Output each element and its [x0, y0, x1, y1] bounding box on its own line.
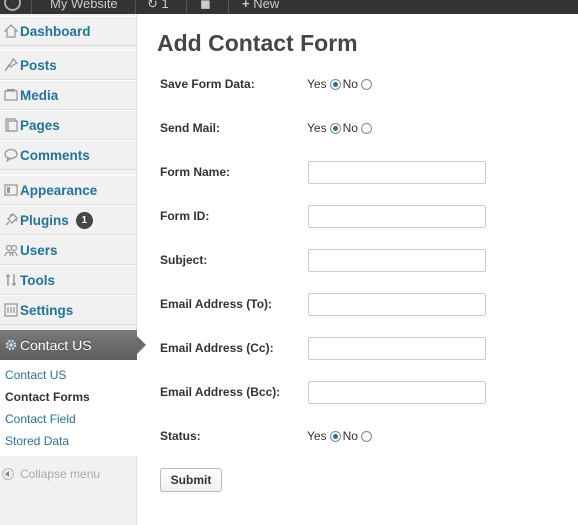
email-cc-label: Email Address (Cc): — [160, 341, 274, 355]
send-mail-yes-radio[interactable] — [329, 122, 341, 134]
plus-icon: + — [242, 0, 250, 11]
menu-users[interactable]: Users — [0, 235, 137, 265]
yes-label: Yes — [307, 121, 327, 135]
form-name-input[interactable] — [308, 161, 486, 184]
gear-icon — [2, 337, 19, 354]
status-no-radio[interactable] — [360, 430, 372, 442]
collapse-arrow-icon — [2, 468, 14, 480]
menu-plugins[interactable]: Plugins 1 — [0, 205, 137, 235]
send-mail-radio-group: Yes No — [307, 121, 374, 135]
form-id-input[interactable] — [308, 205, 486, 228]
appearance-icon — [2, 182, 19, 199]
send-mail-no-radio[interactable] — [360, 122, 372, 134]
menu-appearance[interactable]: Appearance — [0, 175, 137, 205]
menu-label: Contact US — [20, 337, 92, 353]
no-label: No — [342, 77, 358, 91]
separator — [31, 0, 32, 14]
no-label: No — [342, 121, 358, 135]
subject-input[interactable] — [308, 249, 486, 272]
admin-sidebar: Dashboard Posts Media Pages Comments App… — [0, 14, 146, 525]
collapse-menu-button[interactable]: Collapse menu — [0, 464, 137, 484]
updates-link[interactable]: ↻ 1 — [147, 0, 169, 14]
menu-label: Settings — [20, 302, 74, 318]
media-icon — [2, 87, 19, 104]
menu-label: Tools — [20, 272, 55, 288]
menu-comments[interactable]: Comments — [0, 140, 137, 170]
updates-count: 1 — [161, 0, 169, 11]
save-form-data-no-radio[interactable] — [360, 78, 372, 90]
menu-tools[interactable]: Tools — [0, 265, 137, 295]
save-form-data-radio-group: Yes No — [307, 77, 374, 91]
dashboard-icon — [2, 23, 19, 40]
form-name-label: Form Name: — [160, 165, 231, 179]
collapse-menu-label: Collapse menu — [20, 467, 101, 481]
pages-icon — [2, 117, 19, 134]
menu-contact-us[interactable]: Contact US — [0, 330, 146, 360]
contact-submenu: Contact US Contact Forms Contact Field S… — [0, 360, 137, 456]
refresh-icon: ↻ — [147, 0, 158, 11]
admin-bar: My Website ↻ 1 ◼ + New — [0, 0, 578, 14]
no-label: No — [342, 429, 358, 443]
tools-icon — [2, 272, 19, 289]
yes-label: Yes — [307, 77, 327, 91]
menu-dashboard[interactable]: Dashboard — [0, 16, 137, 46]
menu-label: Pages — [20, 117, 60, 133]
menu-label: Users — [20, 242, 58, 258]
site-name-link[interactable]: My Website — [50, 0, 118, 14]
status-radio-group: Yes No — [307, 429, 374, 443]
plugin-icon — [2, 212, 19, 229]
page-title: Add Contact Form — [157, 30, 358, 56]
separator — [228, 0, 229, 14]
wordpress-logo-icon[interactable] — [4, 0, 21, 11]
email-cc-input[interactable] — [308, 337, 486, 360]
submenu-contact-us[interactable]: Contact US — [5, 368, 66, 382]
submit-button[interactable]: Submit — [160, 468, 222, 492]
new-label: New — [253, 0, 280, 11]
save-form-data-label: Save Form Data: — [160, 77, 255, 91]
menu-label: Posts — [20, 57, 57, 73]
separator — [135, 0, 136, 14]
submenu-stored-data[interactable]: Stored Data — [5, 434, 69, 448]
menu-label: Comments — [20, 147, 90, 163]
menu-settings[interactable]: Settings — [0, 295, 137, 325]
pin-icon — [2, 57, 19, 74]
menu-pages[interactable]: Pages — [0, 110, 137, 140]
status-label: Status: — [160, 429, 201, 443]
comment-icon — [2, 147, 19, 164]
send-mail-label: Send Mail: — [160, 121, 221, 135]
yes-label: Yes — [307, 429, 327, 443]
separator — [186, 0, 187, 14]
active-menu-arrow — [137, 336, 146, 354]
save-form-data-yes-radio[interactable] — [329, 78, 341, 90]
plugin-update-badge: 1 — [75, 211, 93, 229]
settings-icon — [2, 302, 19, 319]
menu-media[interactable]: Media — [0, 80, 137, 110]
comment-bubble-icon[interactable]: ◼ — [200, 0, 211, 14]
email-to-label: Email Address (To): — [160, 297, 273, 311]
menu-posts[interactable]: Posts — [0, 50, 137, 80]
menu-label: Plugins — [20, 212, 69, 228]
users-icon — [2, 242, 19, 259]
new-content-link[interactable]: + New — [242, 0, 279, 14]
email-bcc-label: Email Address (Bcc): — [160, 385, 281, 399]
email-bcc-input[interactable] — [308, 381, 486, 404]
menu-label: Appearance — [20, 182, 98, 198]
status-yes-radio[interactable] — [329, 430, 341, 442]
subject-label: Subject: — [160, 253, 208, 267]
form-id-label: Form ID: — [160, 209, 210, 223]
menu-label: Dashboard — [20, 23, 91, 39]
submenu-contact-field[interactable]: Contact Field — [5, 412, 76, 426]
submenu-contact-forms[interactable]: Contact Forms — [5, 390, 90, 404]
menu-label: Media — [20, 87, 59, 103]
email-to-input[interactable] — [308, 293, 486, 316]
